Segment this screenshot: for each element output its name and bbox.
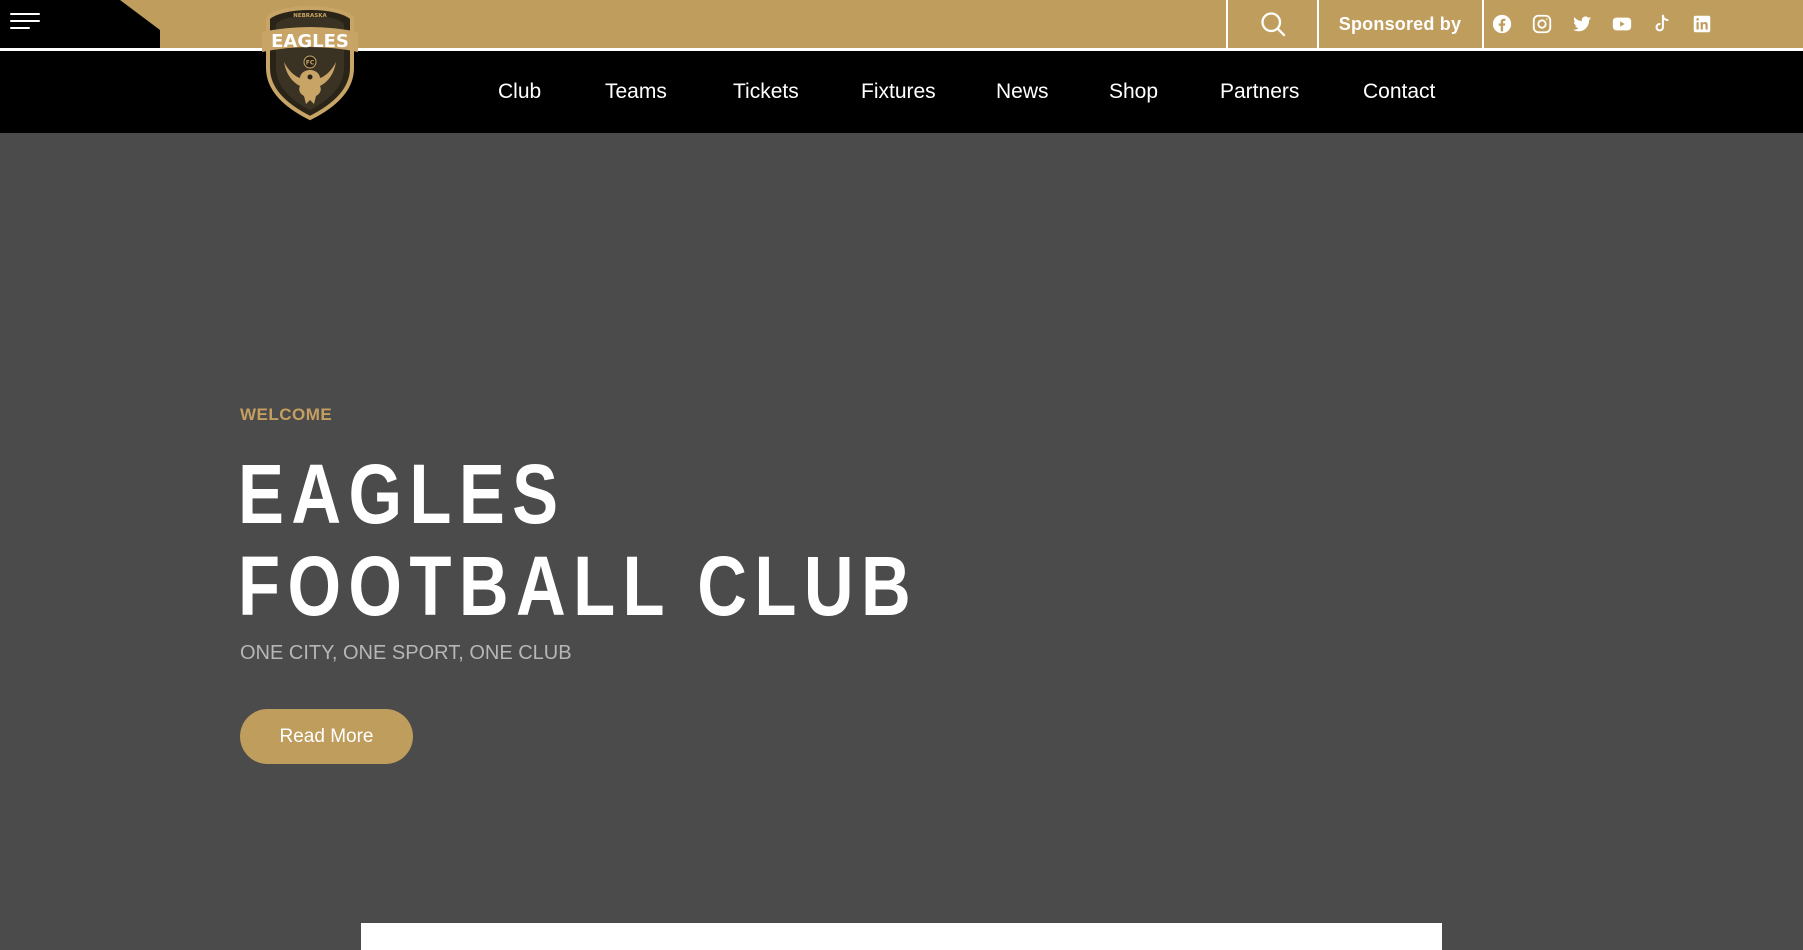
nav-item-fixtures[interactable]: Fixtures bbox=[861, 51, 936, 133]
svg-text:FC: FC bbox=[306, 60, 315, 67]
linkedin-icon[interactable] bbox=[1690, 12, 1714, 36]
hamburger-menu-icon[interactable] bbox=[10, 9, 42, 33]
nav-item-tickets[interactable]: Tickets bbox=[733, 51, 799, 133]
sponsored-by-link[interactable]: Sponsored by bbox=[1320, 0, 1480, 48]
divider bbox=[1482, 0, 1484, 48]
facebook-icon[interactable] bbox=[1490, 12, 1514, 36]
hero-title-line-2: FOOTBALL CLUB bbox=[238, 539, 919, 633]
hero-subtitle: ONE CITY, ONE SPORT, ONE CLUB bbox=[240, 642, 572, 664]
search-button[interactable] bbox=[1228, 0, 1318, 48]
svg-text:NEBRASKA: NEBRASKA bbox=[293, 13, 327, 19]
hero-eyebrow: WELCOME bbox=[240, 405, 333, 424]
twitter-icon[interactable] bbox=[1570, 12, 1594, 36]
svg-text:EAGLES: EAGLES bbox=[271, 31, 349, 52]
hero-title: EAGLES FOOTBALL CLUB bbox=[238, 448, 918, 632]
eagle-crest-icon: NEBRASKA EAGLES FC bbox=[262, 5, 358, 121]
youtube-icon[interactable] bbox=[1610, 12, 1634, 36]
nav-item-club[interactable]: Club bbox=[498, 51, 541, 133]
tiktok-icon[interactable] bbox=[1650, 12, 1674, 36]
search-icon bbox=[1261, 12, 1286, 37]
content-panel bbox=[361, 923, 1442, 950]
nav-item-contact[interactable]: Contact bbox=[1363, 51, 1435, 133]
social-links bbox=[1490, 0, 1714, 48]
divider bbox=[1317, 0, 1319, 48]
nav-item-partners[interactable]: Partners bbox=[1220, 51, 1299, 133]
club-logo[interactable]: NEBRASKA EAGLES FC bbox=[260, 4, 360, 122]
nav-item-news[interactable]: News bbox=[996, 51, 1049, 133]
hero-title-line-1: EAGLES bbox=[238, 447, 566, 541]
nav-item-teams[interactable]: Teams bbox=[605, 51, 667, 133]
nav-item-shop[interactable]: Shop bbox=[1109, 51, 1158, 133]
instagram-icon[interactable] bbox=[1530, 12, 1554, 36]
read-more-button[interactable]: Read More bbox=[240, 709, 413, 764]
menu-tab bbox=[0, 0, 160, 48]
